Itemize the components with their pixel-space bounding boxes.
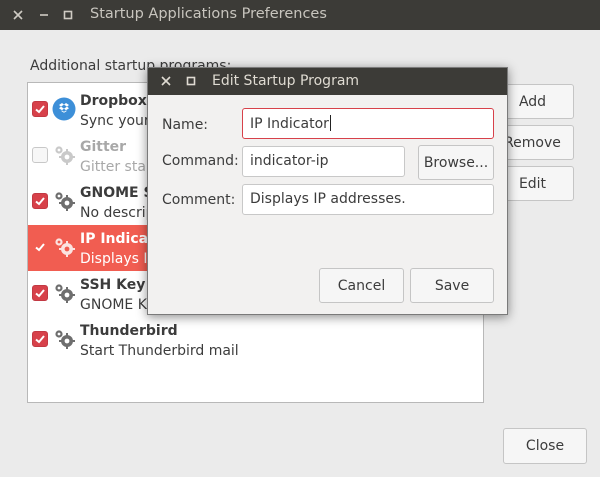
dialog-maximize-icon[interactable] xyxy=(183,73,199,89)
checkbox-dropbox[interactable] xyxy=(32,101,48,117)
dialog-titlebar: Edit Startup Program xyxy=(148,68,507,95)
maximize-window-icon[interactable] xyxy=(60,7,76,23)
list-item-thunderbird[interactable]: Thunderbird Start Thunderbird mail xyxy=(28,317,483,363)
gear-icon xyxy=(52,143,76,167)
gear-icon xyxy=(52,327,76,351)
main-titlebar: Startup Applications Preferences xyxy=(0,0,600,30)
text-cursor xyxy=(329,115,331,131)
browse-button[interactable]: Browse... xyxy=(418,145,494,180)
dialog-close-icon[interactable] xyxy=(158,73,174,89)
comment-label: Comment: xyxy=(162,192,236,208)
close-button[interactable]: Close xyxy=(503,428,587,464)
minimize-window-icon[interactable] xyxy=(36,7,52,23)
program-name: Thunderbird xyxy=(80,323,178,339)
window-title: Startup Applications Preferences xyxy=(90,6,327,22)
program-name: Dropbox xyxy=(80,93,147,109)
program-name: Gitter xyxy=(80,139,127,155)
checkbox-gitter[interactable] xyxy=(32,147,48,163)
program-description: Start Thunderbird mail xyxy=(80,343,239,359)
save-button[interactable]: Save xyxy=(410,268,494,303)
gear-icon xyxy=(52,281,76,305)
dialog-title: Edit Startup Program xyxy=(212,73,360,89)
comment-field[interactable]: Displays IP addresses. xyxy=(242,184,494,215)
name-value: IP Indicator xyxy=(250,116,329,132)
name-label: Name: xyxy=(162,117,209,133)
checkbox-ip-indicator[interactable] xyxy=(32,239,48,255)
cancel-button[interactable]: Cancel xyxy=(319,268,404,303)
edit-startup-program-dialog: Edit Startup Program Name: IP Indicator … xyxy=(147,67,508,315)
close-window-icon[interactable] xyxy=(10,7,26,23)
gear-icon xyxy=(52,235,76,259)
checkbox-gnome-software[interactable] xyxy=(32,193,48,209)
command-label: Command: xyxy=(162,153,239,169)
name-field[interactable]: IP Indicator xyxy=(242,108,494,139)
checkbox-ssh-key-agent[interactable] xyxy=(32,285,48,301)
checkbox-thunderbird[interactable] xyxy=(32,331,48,347)
dropbox-icon xyxy=(52,97,76,121)
gear-icon xyxy=(52,189,76,213)
command-field[interactable]: indicator-ip xyxy=(242,146,405,177)
